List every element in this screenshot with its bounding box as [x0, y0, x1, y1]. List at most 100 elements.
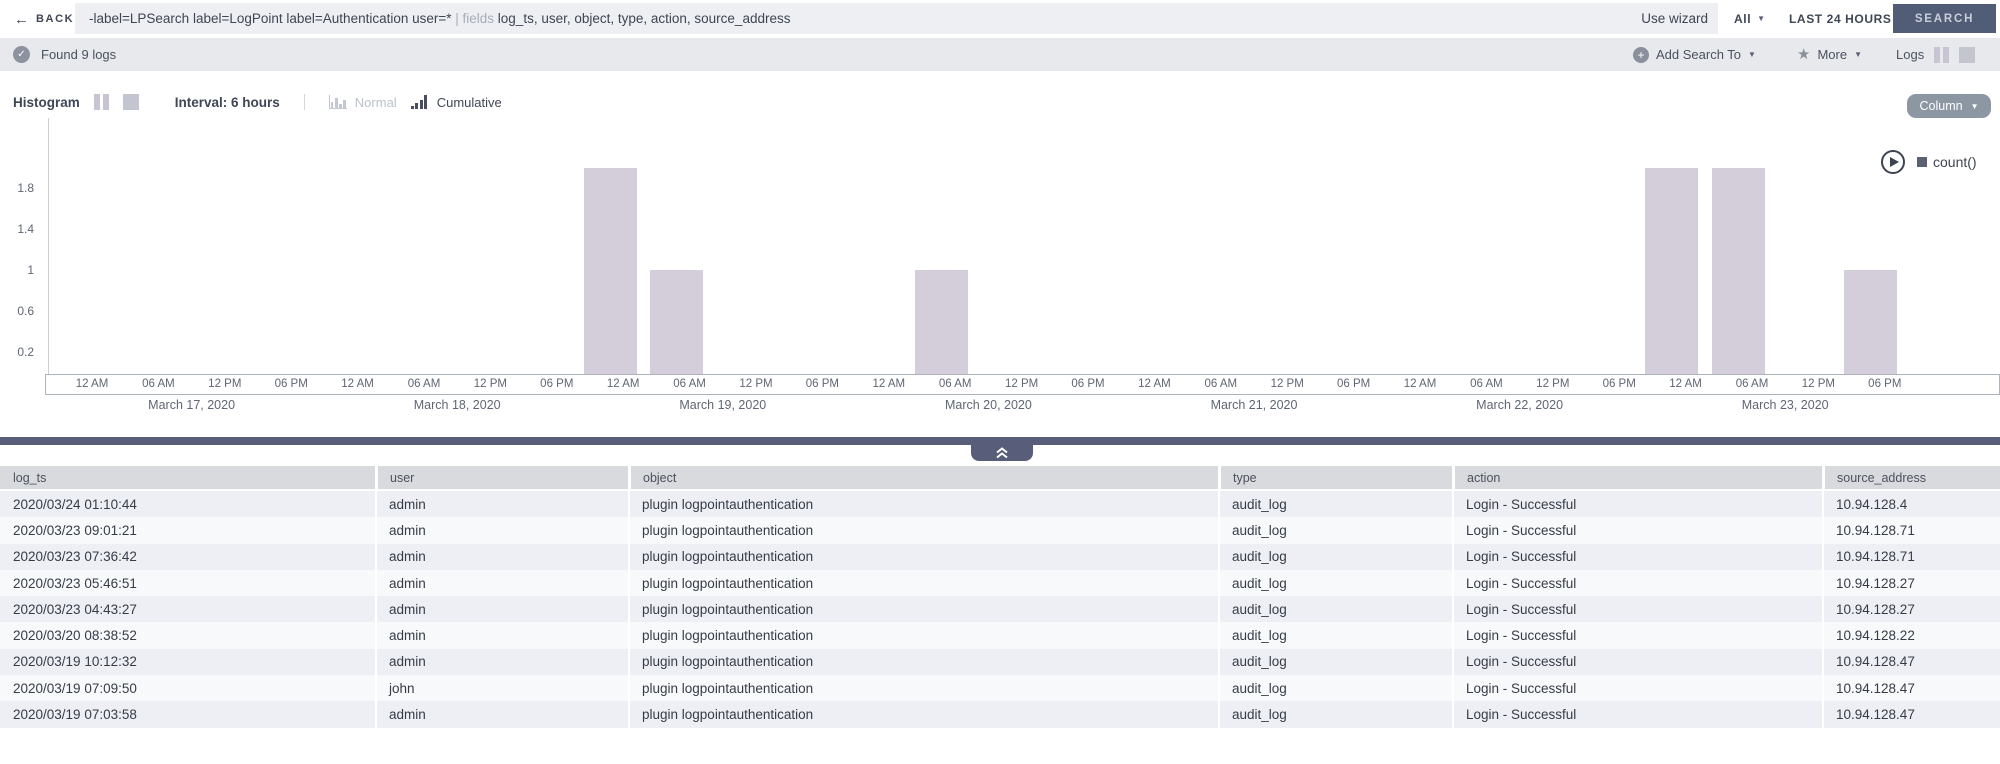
x-tick-label: 06 PM	[1602, 378, 1636, 390]
table-cell: 10.94.128.27	[1822, 569, 2000, 597]
x-tick-label: 06 PM	[1071, 378, 1105, 390]
x-tick-label: 12 PM	[1536, 378, 1570, 390]
histogram-bar[interactable]	[1645, 167, 1698, 374]
table-cell: audit_log	[1218, 491, 1452, 518]
table-row[interactable]: 2020/03/19 10:12:32 admin plugin logpointa…	[0, 648, 2000, 676]
x-tick-label: 06 AM	[1470, 378, 1503, 390]
x-tick-label: 12 AM	[341, 378, 374, 390]
x-tick-label: 06 PM	[805, 378, 840, 390]
y-tick-label: 1.4	[17, 221, 34, 236]
table-row[interactable]: 2020/03/20 08:38:52 admin plugin logpointa…	[0, 622, 2000, 649]
legend-item-count: count()	[1917, 154, 1977, 170]
column-header-log_ts[interactable]: log_ts	[0, 466, 375, 489]
table-cell: admin	[375, 569, 628, 597]
histogram-bar[interactable]	[1844, 269, 1897, 374]
play-button[interactable]	[1881, 150, 1905, 174]
table-cell: plugin logpointauthentication	[628, 491, 1218, 518]
log-results-table: log_ts user object type action source_address…	[0, 466, 2000, 728]
table-cell: Login - Successful	[1452, 569, 1822, 597]
table-row[interactable]: 2020/03/19 07:03:58 admin plugin logpointa…	[0, 701, 2000, 728]
y-tick-label: 1.8	[17, 180, 34, 195]
table-body: 2020/03/24 01:10:44 admin plugin logpointa…	[0, 491, 2000, 728]
table-row[interactable]: 2020/03/19 07:09:50 john plugin logpointau…	[0, 675, 2000, 702]
x-tick-label: 12 AM	[1403, 378, 1437, 390]
table-cell: plugin logpointauthentication	[628, 701, 1218, 728]
x-tick-label: 12 AM	[1138, 378, 1171, 390]
x-tick-label: 06 AM	[938, 378, 972, 390]
table-cell: 2020/03/23 05:46:51	[0, 569, 375, 597]
table-cell: admin	[375, 517, 628, 544]
table-cell: audit_log	[1218, 517, 1452, 544]
column-header-action[interactable]: action	[1452, 466, 1822, 489]
table-cell: 10.94.128.47	[1822, 648, 2000, 676]
table-cell: 2020/03/23 09:01:21	[0, 517, 375, 544]
x-tick-label: 06 PM	[1868, 378, 1902, 390]
x-tick-label: 06 AM	[1204, 378, 1238, 390]
table-cell: admin	[375, 491, 628, 518]
column-header-source_address[interactable]: source_address	[1822, 466, 2000, 489]
table-cell: audit_log	[1218, 701, 1452, 728]
x-tick-label: 12 PM	[473, 378, 508, 390]
column-header-type[interactable]: type	[1218, 466, 1452, 489]
x-tick-label: 06 PM	[1336, 378, 1371, 390]
y-tick-label: 1	[27, 262, 34, 277]
histogram-bar[interactable]	[915, 269, 968, 374]
logpoint-search-view: ← BACK -label=LPSearch label=LogPoint la…	[0, 0, 2000, 764]
table-row[interactable]: 2020/03/24 01:10:44 admin plugin logpointa…	[0, 491, 2000, 518]
table-cell: audit_log	[1218, 596, 1452, 623]
table-cell: Login - Successful	[1452, 622, 1822, 649]
x-tick-label: 12 PM	[1801, 378, 1836, 390]
histogram-bar[interactable]	[650, 269, 703, 374]
section-divider	[0, 437, 2000, 445]
table-cell: plugin logpointauthentication	[628, 675, 1218, 702]
histogram-bar[interactable]	[584, 167, 637, 374]
play-icon	[1889, 157, 1899, 167]
table-row[interactable]: 2020/03/23 09:01:21 admin plugin logpointa…	[0, 517, 2000, 544]
table-cell: 10.94.128.47	[1822, 675, 2000, 702]
chart-legend: count()	[1881, 150, 1977, 174]
table-cell: plugin logpointauthentication	[628, 569, 1218, 597]
table-cell: admin	[375, 701, 628, 728]
table-cell: 10.94.128.71	[1822, 517, 2000, 544]
table-cell: plugin logpointauthentication	[628, 543, 1218, 570]
table-cell: 2020/03/24 01:10:44	[0, 491, 375, 518]
table-cell: audit_log	[1218, 648, 1452, 676]
table-row[interactable]: 2020/03/23 05:46:51 admin plugin logpointa…	[0, 569, 2000, 597]
double-chevron-up-icon	[996, 447, 1008, 459]
x-date-label: March 18, 2020	[413, 398, 501, 412]
table-cell: 10.94.128.27	[1822, 596, 2000, 623]
x-date-label: March 17, 2020	[148, 398, 236, 412]
x-tick-label: 06 AM	[142, 378, 175, 390]
x-tick-label: 06 AM	[673, 378, 706, 390]
x-date-label: March 20, 2020	[944, 398, 1032, 412]
table-cell: audit_log	[1218, 569, 1452, 597]
table-cell: 2020/03/23 04:43:27	[0, 596, 375, 623]
x-tick-label: 12 PM	[208, 378, 242, 390]
table-cell: audit_log	[1218, 622, 1452, 649]
legend-label: count()	[1933, 154, 1977, 170]
x-tick-label: 12 PM	[739, 378, 773, 390]
column-header-user[interactable]: user	[375, 466, 628, 489]
x-tick-label: 06 PM	[540, 378, 574, 390]
table-cell: 10.94.128.4	[1822, 491, 2000, 518]
table-row[interactable]: 2020/03/23 07:36:42 admin plugin logpointa…	[0, 543, 2000, 570]
table-cell: 10.94.128.22	[1822, 622, 2000, 649]
table-cell: admin	[375, 622, 628, 649]
table-row[interactable]: 2020/03/23 04:43:27 admin plugin logpointa…	[0, 596, 2000, 623]
table-cell: 2020/03/19 07:09:50	[0, 675, 375, 702]
y-tick-label: 0.2	[17, 344, 34, 359]
histogram-chart: 1.8 1.4 1 0.6 0.2 12 AM 06 AM 12 PM 06 PM 12 AM 0…	[0, 0, 2000, 430]
table-cell: john	[375, 675, 628, 702]
table-cell: plugin logpointauthentication	[628, 648, 1218, 676]
table-cell: admin	[375, 648, 628, 676]
y-tick-label: 0.6	[17, 303, 34, 318]
table-cell: Login - Successful	[1452, 701, 1822, 728]
table-cell: Login - Successful	[1452, 517, 1822, 544]
table-cell: audit_log	[1218, 543, 1452, 570]
x-tick-label: 12 AM	[872, 378, 906, 390]
histogram-bar[interactable]	[1712, 167, 1765, 374]
column-header-object[interactable]: object	[628, 466, 1218, 489]
table-cell: Login - Successful	[1452, 543, 1822, 570]
table-cell: Login - Successful	[1452, 491, 1822, 518]
collapse-histogram-button[interactable]	[971, 445, 1033, 461]
